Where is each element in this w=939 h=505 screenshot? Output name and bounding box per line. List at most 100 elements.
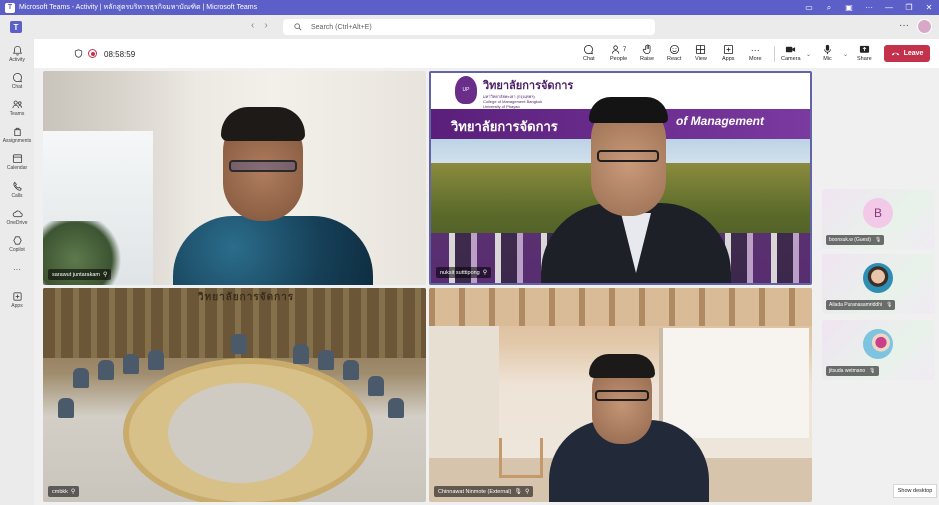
window-titlebar: T Microsoft Teams - Activity | หลักสูตรบ… — [0, 0, 939, 15]
pin-icon[interactable]: ⚲ — [71, 488, 75, 495]
apps-icon — [11, 290, 23, 302]
rail-item-calendar[interactable]: Calendar — [0, 152, 34, 171]
leave-button[interactable]: Leave — [884, 45, 930, 62]
mic-options-chevron-icon[interactable]: ⌄ — [843, 51, 848, 58]
grid-icon — [695, 43, 706, 56]
teams-app-icon: T — [5, 2, 15, 13]
video-icon[interactable]: ▭ — [799, 0, 819, 15]
rail-label: Assignments — [2, 138, 32, 144]
add-app-icon — [723, 43, 734, 56]
back-arrow-icon[interactable]: ‹ — [251, 20, 254, 31]
participant-name-label: Ailada Puranasamriddhi 🎙 — [826, 300, 896, 310]
rail-label: Copilot — [9, 247, 25, 253]
banner-title: วิทยาลัยการจัดการ — [483, 80, 574, 92]
people-icon: 7 — [611, 43, 626, 56]
participant-name-label: jitsuda wetmano 🎙 — [826, 366, 879, 376]
meeting-timer: 08:58:59 — [104, 50, 136, 59]
participant-name-label: sarawut juntarakam ⚲ — [48, 269, 112, 280]
assignments-icon — [11, 125, 23, 137]
pin-icon[interactable]: ⌕ — [819, 0, 839, 15]
view-button[interactable]: View — [695, 43, 707, 62]
phone-icon — [11, 180, 23, 192]
share-button[interactable]: Share — [857, 43, 872, 62]
university-logo: UP — [455, 76, 477, 104]
pin-icon[interactable]: ⚲ — [103, 271, 107, 278]
video-tile-cmbkk[interactable]: วิทยาลัยการจัดการ cmbkk ⚲ — [43, 288, 426, 502]
share-screen-icon — [859, 43, 870, 56]
rail-item-calls[interactable]: Calls — [0, 180, 34, 199]
calendar-icon — [11, 152, 23, 164]
microphone-icon: 🎙 — [869, 368, 876, 374]
more-label: More — [749, 56, 762, 62]
rail-item-assignments[interactable]: Assignments — [0, 125, 34, 144]
smile-icon — [669, 43, 680, 56]
participant-tile-jitsuda[interactable]: jitsuda wetmano 🎙 — [822, 320, 935, 380]
search-icon — [293, 22, 303, 32]
rail-label: Chat — [11, 84, 23, 90]
search-input[interactable]: Search (Ctrl+Alt+E) — [283, 19, 655, 35]
more-icon: ··· — [750, 44, 760, 55]
video-tile-nuksit[interactable]: UP วิทยาลัยการจัดการ มหาวิทยาลัยพะเยา (ก… — [429, 71, 812, 285]
restore-icon[interactable]: ❐ — [899, 0, 919, 15]
rail-label: OneDrive — [6, 220, 28, 226]
teams-icon — [11, 98, 23, 110]
rail-label: Activity — [9, 57, 25, 63]
camera-label: Camera — [781, 56, 801, 62]
settings-more-button[interactable]: ··· — [899, 20, 909, 31]
pin-icon[interactable]: ⚲ — [483, 269, 487, 276]
camera-icon — [785, 43, 796, 56]
hand-icon — [642, 43, 653, 56]
band-english-text: of Management — [676, 114, 765, 128]
chat-button[interactable]: Chat — [583, 43, 595, 62]
shield-icon — [74, 49, 83, 58]
camera-options-chevron-icon[interactable]: ⌄ — [806, 51, 811, 58]
react-button[interactable]: React — [667, 43, 681, 62]
participant-tile-ailada[interactable]: Ailada Puranasamriddhi 🎙 — [822, 254, 935, 314]
rail-label: Apps — [11, 303, 23, 309]
forward-arrow-icon[interactable]: › — [264, 20, 267, 31]
microphone-icon: 🎙 — [886, 302, 893, 308]
view-label: View — [695, 56, 707, 62]
more-icon[interactable]: ··· — [859, 0, 879, 15]
apps-button[interactable]: Apps — [722, 43, 735, 62]
avatar — [863, 329, 893, 359]
show-desktop-button[interactable]: Show desktop — [893, 484, 937, 498]
video-tile-sarawut[interactable]: sarawut juntarakam ⚲ — [43, 71, 426, 285]
more-button[interactable]: ··· More — [749, 43, 762, 63]
pin-icon[interactable]: ⚲ — [525, 488, 529, 495]
rail-item-apps[interactable]: Apps — [0, 290, 34, 309]
video-tile-chinnawat[interactable]: Chinnawat Ninmote (External) 🎙 ⚲ — [429, 288, 812, 502]
user-avatar[interactable] — [917, 19, 932, 34]
picture-icon[interactable]: ▣ — [839, 0, 859, 15]
chat-label: Chat — [583, 56, 595, 62]
close-icon[interactable]: ✕ — [919, 0, 939, 15]
rail-item-copilot[interactable]: Copilot — [0, 234, 34, 253]
participant-tile-boonsuk[interactable]: B boonsuk.w (Guest) 🎙 — [822, 189, 935, 249]
rail-item-more[interactable]: ··· — [0, 265, 34, 274]
microphone-icon — [822, 43, 833, 56]
people-count: 7 — [622, 46, 627, 53]
rail-label: Calendar — [6, 165, 28, 171]
teams-logo-icon: T — [10, 21, 22, 33]
room-sign: วิทยาลัยการจัดการ — [198, 292, 295, 303]
raise-hand-button[interactable]: Raise — [640, 43, 654, 62]
rail-item-teams[interactable]: Teams — [0, 98, 34, 117]
mic-button[interactable]: Mic — [822, 43, 833, 62]
rail-label: Teams — [9, 111, 25, 117]
rail-item-activity[interactable]: Activity — [0, 44, 34, 63]
participant-name-label: cmbkk ⚲ — [48, 486, 80, 497]
copilot-icon — [11, 234, 23, 246]
cloud-icon — [11, 207, 23, 219]
people-button[interactable]: 7 People — [610, 43, 627, 62]
avatar: B — [863, 198, 893, 228]
app-rail: Activity Chat Teams Assignments Calendar… — [0, 39, 34, 505]
camera-button[interactable]: Camera — [781, 43, 801, 62]
rail-item-onedrive[interactable]: OneDrive — [0, 207, 34, 226]
search-placeholder: Search (Ctrl+Alt+E) — [311, 23, 372, 31]
hang-up-icon — [891, 52, 899, 56]
minimize-icon[interactable]: — — [879, 0, 899, 15]
window-title: Microsoft Teams - Activity | หลักสูตรบริ… — [19, 4, 258, 11]
people-label: People — [610, 56, 628, 62]
toolbar-divider — [774, 46, 775, 62]
rail-item-chat[interactable]: Chat — [0, 71, 34, 90]
